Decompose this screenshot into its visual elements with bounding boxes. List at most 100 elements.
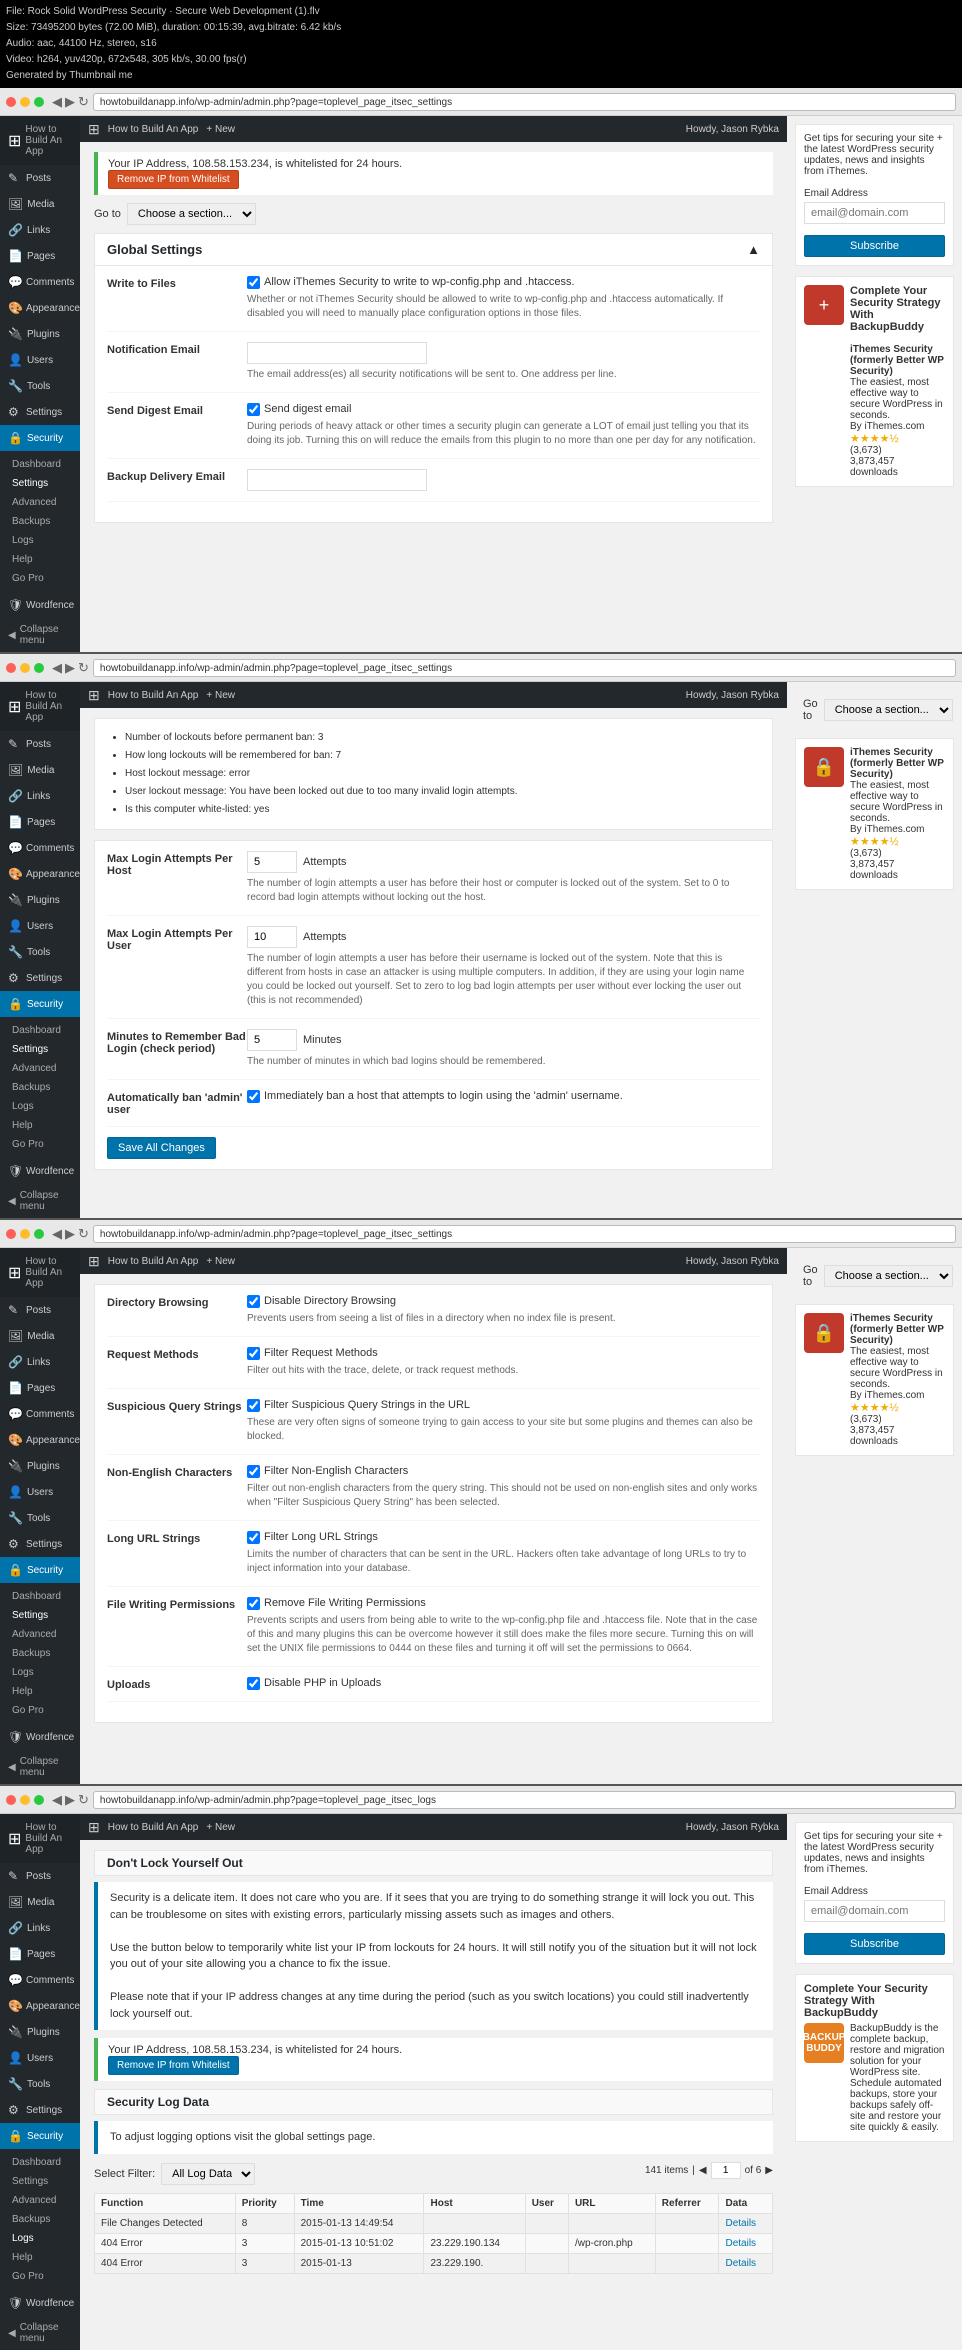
email-input[interactable] (804, 202, 945, 224)
filter-select[interactable]: All Log Data (161, 2163, 255, 2185)
long-url-checkbox[interactable] (247, 1531, 260, 1544)
sidebar-item-security-2[interactable]: 🔒Security (0, 991, 80, 1017)
suspicious-query-checkbox[interactable] (247, 1399, 260, 1412)
browser-minimize-btn-2[interactable] (20, 663, 30, 673)
refresh-icon-2[interactable]: ↻ (78, 660, 89, 676)
admin-bar-new-2[interactable]: + New (206, 690, 235, 701)
sidebar-item-wordfence-3[interactable]: 🛡Wordfence (0, 1724, 80, 1750)
browser-minimize-btn[interactable] (20, 97, 30, 107)
submenu-dashboard-3[interactable]: Dashboard (0, 1587, 80, 1606)
sidebar-item-links-3[interactable]: 🔗Links (0, 1349, 80, 1375)
max-login-host-input[interactable] (247, 851, 297, 873)
back-icon-4[interactable]: ◀ (52, 1792, 62, 1808)
submenu-help[interactable]: Help (0, 550, 80, 569)
sidebar-item-links[interactable]: 🔗Links (0, 217, 80, 243)
sidebar-item-wordfence[interactable]: 🛡Wordfence (0, 592, 80, 618)
sidebar-item-plugins-4[interactable]: 🔌Plugins (0, 2019, 80, 2045)
sidebar-item-security[interactable]: 🔒Security (0, 425, 80, 451)
request-methods-checkbox[interactable] (247, 1347, 260, 1360)
sidebar-item-media-2[interactable]: 🖼Media (0, 757, 80, 783)
sidebar-item-comments-2[interactable]: 💬Comments (0, 835, 80, 861)
collapse-menu-btn-3[interactable]: ◀Collapse menu (0, 1750, 80, 1784)
submenu-backups[interactable]: Backups (0, 512, 80, 531)
submenu-dashboard[interactable]: Dashboard (0, 455, 80, 474)
sidebar-item-appearance[interactable]: 🎨Appearance (0, 295, 80, 321)
address-bar-3[interactable]: howtobuildanapp.info/wp-admin/admin.php?… (93, 1225, 956, 1243)
submenu-advanced-3[interactable]: Advanced (0, 1625, 80, 1644)
admin-bar-new[interactable]: + New (206, 124, 235, 135)
submenu-help-3[interactable]: Help (0, 1682, 80, 1701)
sidebar-item-media-3[interactable]: 🖼Media (0, 1323, 80, 1349)
submenu-advanced-4[interactable]: Advanced (0, 2191, 80, 2210)
sidebar-item-tools-2[interactable]: 🔧Tools (0, 939, 80, 965)
sidebar-item-plugins-2[interactable]: 🔌Plugins (0, 887, 80, 913)
sidebar-item-appearance-2[interactable]: 🎨Appearance (0, 861, 80, 887)
admin-bar-howdy-2[interactable]: Howdy, Jason Rybka (686, 690, 779, 701)
browser-maximize-btn-3[interactable] (34, 1229, 44, 1239)
admin-bar-site-3[interactable]: How to Build An App (108, 1256, 199, 1267)
sidebar-item-tools-4[interactable]: 🔧Tools (0, 2071, 80, 2097)
minutes-remember-input[interactable] (247, 1029, 297, 1051)
sidebar-item-users-3[interactable]: 👤Users (0, 1479, 80, 1505)
email-input-4[interactable] (804, 1900, 945, 1922)
sidebar-item-wordfence-2[interactable]: 🛡Wordfence (0, 1158, 80, 1184)
admin-bar-howdy-4[interactable]: Howdy, Jason Rybka (686, 1822, 779, 1833)
submenu-settings-3[interactable]: Settings (0, 1606, 80, 1625)
submenu-gopro-4[interactable]: Go Pro (0, 2267, 80, 2286)
file-writing-checkbox[interactable] (247, 1597, 260, 1610)
submenu-backups-2[interactable]: Backups (0, 1078, 80, 1097)
browser-maximize-btn-4[interactable] (34, 1795, 44, 1805)
forward-icon-3[interactable]: ▶ (65, 1226, 75, 1242)
sidebar-item-settings-3[interactable]: ⚙Settings (0, 1531, 80, 1557)
browser-close-btn-4[interactable] (6, 1795, 16, 1805)
sidebar-item-wordfence-4[interactable]: 🛡Wordfence (0, 2290, 80, 2316)
digest-email-checkbox[interactable] (247, 403, 260, 416)
sidebar-item-tools-3[interactable]: 🔧Tools (0, 1505, 80, 1531)
sidebar-item-pages-4[interactable]: 📄Pages (0, 1941, 80, 1967)
sidebar-item-pages[interactable]: 📄Pages (0, 243, 80, 269)
submenu-dashboard-2[interactable]: Dashboard (0, 1021, 80, 1040)
browser-minimize-btn-3[interactable] (20, 1229, 30, 1239)
sidebar-item-comments[interactable]: 💬Comments (0, 269, 80, 295)
left-arrow-icon[interactable]: ◀ (699, 2165, 707, 2176)
sidebar-item-plugins[interactable]: 🔌Plugins (0, 321, 80, 347)
row3-details-link[interactable]: Details (725, 2258, 756, 2269)
submenu-help-4[interactable]: Help (0, 2248, 80, 2267)
admin-bar-site-2[interactable]: How to Build An App (108, 690, 199, 701)
sidebar-item-pages-2[interactable]: 📄Pages (0, 809, 80, 835)
admin-bar-howdy-3[interactable]: Howdy, Jason Rybka (686, 1256, 779, 1267)
sidebar-item-settings-4[interactable]: ⚙Settings (0, 2097, 80, 2123)
sidebar-item-security-4[interactable]: 🔒Security (0, 2123, 80, 2149)
submenu-gopro-2[interactable]: Go Pro (0, 1135, 80, 1154)
submenu-settings[interactable]: Settings (0, 474, 80, 493)
goto-select-1[interactable]: Choose a section... (127, 203, 256, 225)
forward-icon-4[interactable]: ▶ (65, 1792, 75, 1808)
admin-bar-site-4[interactable]: How to Build An App (108, 1822, 199, 1833)
backup-delivery-input[interactable]: xbsjasondev@gmail.com (247, 469, 427, 491)
sidebar-item-tools[interactable]: 🔧Tools (0, 373, 80, 399)
browser-maximize-btn-2[interactable] (34, 663, 44, 673)
collapse-menu-btn[interactable]: ◀Collapse menu (0, 618, 80, 652)
sidebar-item-media[interactable]: 🖼Media (0, 191, 80, 217)
submenu-advanced-2[interactable]: Advanced (0, 1059, 80, 1078)
sidebar-item-comments-4[interactable]: 💬Comments (0, 1967, 80, 1993)
pagination-page-input[interactable] (711, 2162, 741, 2179)
notification-email-input[interactable]: xbsjasondev@gmail.com (247, 342, 427, 364)
subscribe-btn[interactable]: Subscribe (804, 235, 945, 257)
back-icon[interactable]: ◀ (52, 94, 62, 110)
sidebar-item-settings[interactable]: ⚙Settings (0, 399, 80, 425)
admin-bar-new-4[interactable]: + New (206, 1822, 235, 1833)
sidebar-item-appearance-4[interactable]: 🎨Appearance (0, 1993, 80, 2019)
sidebar-item-users-4[interactable]: 👤Users (0, 2045, 80, 2071)
submenu-logs-4[interactable]: Logs (0, 2229, 80, 2248)
submenu-backups-4[interactable]: Backups (0, 2210, 80, 2229)
goto-select-2[interactable]: Choose a section... (824, 699, 953, 721)
sidebar-item-links-4[interactable]: 🔗Links (0, 1915, 80, 1941)
row2-details-link[interactable]: Details (725, 2238, 756, 2249)
collapse-menu-btn-4[interactable]: ◀Collapse menu (0, 2316, 80, 2350)
browser-close-btn-3[interactable] (6, 1229, 16, 1239)
right-arrow-icon[interactable]: ▶ (765, 2165, 773, 2176)
refresh-icon-3[interactable]: ↻ (78, 1226, 89, 1242)
submenu-help-2[interactable]: Help (0, 1116, 80, 1135)
sidebar-item-posts-2[interactable]: ✎Posts (0, 731, 80, 757)
